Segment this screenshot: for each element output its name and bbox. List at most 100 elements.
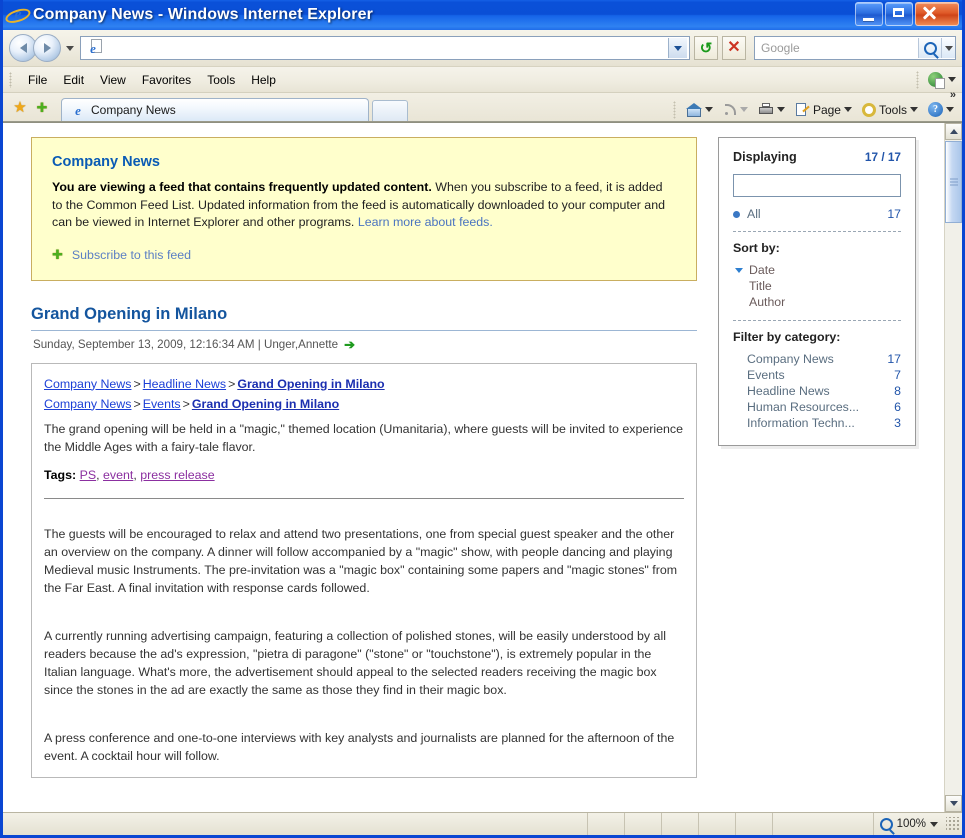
recent-pages-caret-icon[interactable] <box>66 46 74 51</box>
article-paragraph: A press conference and one-to-one interv… <box>44 729 684 765</box>
zoom-level-label: 100% <box>897 818 926 830</box>
menu-item-view[interactable]: View <box>92 70 134 90</box>
displaying-row: Displaying 17 / 17 <box>733 150 901 164</box>
breadcrumb-current[interactable]: Grand Opening in Milano <box>192 397 339 411</box>
tag-link[interactable]: PS <box>80 468 97 482</box>
search-button[interactable] <box>918 38 941 58</box>
scroll-down-button[interactable] <box>945 795 962 812</box>
category-item[interactable]: Events7 <box>747 367 901 383</box>
category-item[interactable]: Human Resources...6 <box>747 399 901 415</box>
tools-menu-button[interactable]: Tools <box>858 101 922 119</box>
vertical-scrollbar[interactable] <box>944 123 962 812</box>
category-label: Headline News <box>747 384 830 398</box>
chevron-down-icon[interactable] <box>930 822 938 827</box>
forward-button[interactable] <box>33 34 61 62</box>
sort-option-author[interactable]: Author <box>735 294 901 310</box>
ie-logo-icon: e <box>8 5 28 25</box>
menu-gripper[interactable] <box>9 72 12 88</box>
article-paragraph: A currently running advertising campaign… <box>44 627 684 699</box>
chevron-down-icon <box>844 107 852 112</box>
tab-company-news[interactable]: e Company News <box>61 98 369 121</box>
feed-banner: Company News You are viewing a feed that… <box>31 137 697 281</box>
subscribe-to-feed-link[interactable]: Subscribe to this feed <box>72 248 191 262</box>
address-input[interactable] <box>105 40 668 56</box>
filter-all-row[interactable]: All 17 <box>733 207 901 221</box>
tags-label: Tags: <box>44 468 76 482</box>
category-count: 8 <box>894 384 901 398</box>
status-cell <box>735 813 772 835</box>
page-menu-button[interactable]: Page <box>791 100 856 119</box>
category-item[interactable]: Headline News 8 <box>747 383 901 399</box>
breadcrumb-link[interactable]: Company News <box>44 397 131 411</box>
scrollbar-thumb[interactable] <box>945 141 962 223</box>
search-input[interactable] <box>755 40 918 56</box>
breadcrumb-separator: > <box>181 397 192 411</box>
stop-button[interactable]: ✕ <box>722 36 746 60</box>
feeds-button[interactable] <box>719 101 752 119</box>
minimize-button[interactable] <box>855 2 883 26</box>
title-bar: e Company News - Windows Internet Explor… <box>3 0 962 30</box>
learn-more-link[interactable]: Learn more about feeds. <box>358 215 493 229</box>
breadcrumb: Company News>Headline News>Grand Opening… <box>44 375 684 393</box>
refresh-button[interactable]: ↺ <box>694 36 718 60</box>
sort-option-title[interactable]: Title <box>735 278 901 294</box>
sort-option-label: Date <box>749 263 775 277</box>
breadcrumb-current[interactable]: Grand Opening in Milano <box>237 377 384 391</box>
category-count: 6 <box>894 400 901 414</box>
feed-filter-input[interactable] <box>733 174 901 197</box>
address-bar[interactable]: e <box>80 36 690 60</box>
home-button[interactable] <box>682 101 717 119</box>
breadcrumb-separator: > <box>226 377 237 391</box>
overflow-chevron-icon[interactable]: » <box>950 89 956 101</box>
rss-icon <box>723 103 737 117</box>
search-options-button[interactable] <box>941 38 955 58</box>
menu-item-file[interactable]: File <box>20 70 55 90</box>
command-bar-gripper[interactable] <box>673 101 676 119</box>
category-item[interactable]: Information Techn...3 <box>747 415 901 431</box>
toolbar-gripper[interactable] <box>916 71 919 89</box>
tag-sep: , <box>96 468 103 482</box>
search-icon <box>924 42 937 55</box>
zoom-control[interactable]: 100% <box>873 813 944 835</box>
menu-item-tools[interactable]: Tools <box>199 70 243 90</box>
globe-pdf-icon[interactable] <box>928 72 943 87</box>
chevron-down-icon <box>777 107 785 112</box>
address-dropdown-button[interactable] <box>668 38 687 58</box>
menu-item-edit[interactable]: Edit <box>55 70 92 90</box>
status-cell <box>587 813 624 835</box>
help-menu-button[interactable]: ? <box>924 100 958 119</box>
favorites-center-button[interactable]: ★ <box>9 96 31 118</box>
resize-grip-icon[interactable] <box>946 817 960 831</box>
new-tab-button[interactable] <box>372 100 408 121</box>
displaying-label: Displaying <box>733 150 797 164</box>
category-item[interactable]: Company News17 <box>747 351 901 367</box>
scroll-up-button[interactable] <box>945 123 962 140</box>
menu-item-favorites[interactable]: Favorites <box>134 70 199 90</box>
breadcrumb-link[interactable]: Events <box>143 397 181 411</box>
divider <box>44 498 684 499</box>
sort-option-date[interactable]: Date <box>735 262 901 278</box>
category-count: 17 <box>887 352 901 366</box>
chevron-down-icon[interactable] <box>948 77 956 82</box>
maximize-button[interactable] <box>885 2 913 26</box>
window-controls <box>855 2 959 26</box>
search-box[interactable] <box>754 36 956 60</box>
print-button[interactable] <box>754 101 789 119</box>
category-count: 7 <box>894 368 901 382</box>
tag-link[interactable]: press release <box>140 468 214 482</box>
breadcrumb-link[interactable]: Headline News <box>143 377 226 391</box>
page-content: Company News You are viewing a feed that… <box>3 123 944 812</box>
close-button[interactable] <box>915 2 959 26</box>
tag-link[interactable]: event <box>103 468 133 482</box>
green-arrow-icon[interactable]: ➔ <box>344 337 355 353</box>
feed-bold-lead: You are viewing a feed that contains fre… <box>52 180 432 194</box>
breadcrumb: Company News>Events>Grand Opening in Mil… <box>44 395 684 413</box>
gear-icon <box>862 103 876 117</box>
add-to-favorites-button[interactable]: ✚ <box>31 96 53 118</box>
breadcrumb-link[interactable]: Company News <box>44 377 131 391</box>
status-cell <box>661 813 698 835</box>
menu-item-help[interactable]: Help <box>243 70 284 90</box>
tab-bar: ★ ✚ e Company News Page Tools ? » <box>3 93 962 122</box>
sort-option-label: Title <box>749 279 772 293</box>
feed-description: You are viewing a feed that contains fre… <box>52 179 676 232</box>
